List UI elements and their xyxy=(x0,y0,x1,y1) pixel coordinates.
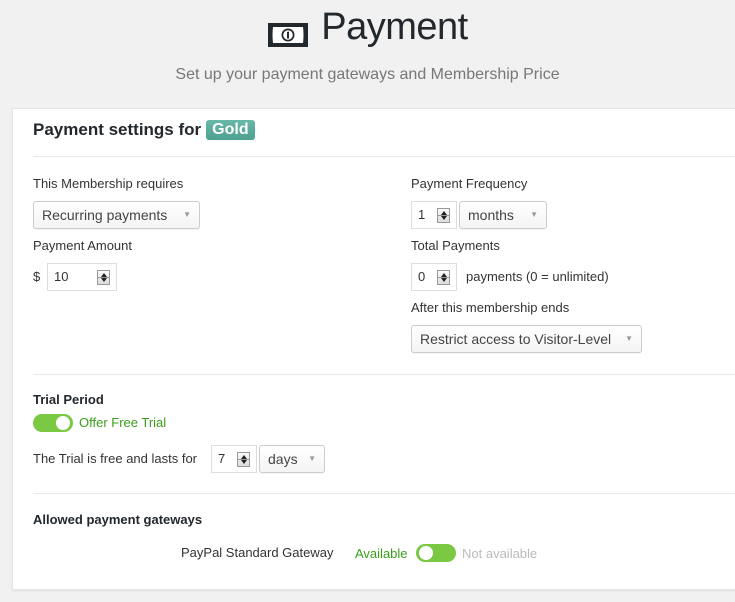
gateway-not-available-label[interactable]: Not available xyxy=(462,546,537,561)
chevron-down-icon: ▼ xyxy=(183,210,191,219)
divider xyxy=(33,374,735,375)
payment-frequency-input[interactable]: 1 xyxy=(411,201,457,229)
payment-frequency-value: 1 xyxy=(418,207,426,222)
membership-requires-value: Recurring payments xyxy=(42,207,168,223)
currency-symbol: $ xyxy=(33,269,41,284)
gateway-availability-toggle[interactable] xyxy=(416,544,456,562)
total-payments-value: 0 xyxy=(418,269,426,284)
offer-free-trial-toggle[interactable] xyxy=(33,414,73,432)
chevron-down-icon: ▼ xyxy=(308,454,316,463)
chevron-down-icon: ▼ xyxy=(530,210,538,219)
after-membership-ends-label: After this membership ends xyxy=(411,300,570,315)
page-title: Payment xyxy=(0,6,735,49)
total-payments-hint: payments (0 = unlimited) xyxy=(466,269,609,284)
payment-amount-input[interactable]: 10 xyxy=(47,263,117,291)
money-bill-icon xyxy=(267,15,309,47)
after-membership-ends-value: Restrict access to Visitor-Level xyxy=(420,331,612,347)
spinner-icon[interactable] xyxy=(237,452,250,467)
membership-requires-select[interactable]: Recurring payments ▼ xyxy=(33,201,200,229)
page-header: Payment Set up your payment gateways and… xyxy=(0,0,735,108)
trial-duration-input[interactable]: 7 xyxy=(211,445,257,473)
offer-free-trial-label[interactable]: Offer Free Trial xyxy=(79,415,166,430)
chevron-down-icon: ▼ xyxy=(625,334,633,343)
trial-duration-unit-select[interactable]: days ▼ xyxy=(259,445,325,473)
gateway-name: PayPal Standard Gateway xyxy=(181,545,334,560)
card-title: Payment settings for Gold xyxy=(33,120,255,140)
trial-period-heading: Trial Period xyxy=(33,392,104,407)
membership-requires-label: This Membership requires xyxy=(33,176,184,191)
divider xyxy=(33,156,735,157)
page-title-text: Payment xyxy=(321,6,468,48)
trial-duration-unit-value: days xyxy=(268,451,298,467)
card-title-text: Payment settings for xyxy=(33,120,202,139)
payment-frequency-unit-select[interactable]: months ▼ xyxy=(459,201,547,229)
trial-duration-label: The Trial is free and lasts for xyxy=(33,451,198,466)
membership-badge: Gold xyxy=(206,120,255,140)
payment-frequency-label: Payment Frequency xyxy=(411,176,528,191)
spinner-icon[interactable] xyxy=(437,208,450,223)
trial-duration-value: 7 xyxy=(218,451,226,466)
allowed-gateways-heading: Allowed payment gateways xyxy=(33,512,203,527)
spinner-icon[interactable] xyxy=(437,270,450,285)
payment-amount-label: Payment Amount xyxy=(33,238,132,253)
gateway-available-label[interactable]: Available xyxy=(355,546,408,561)
payment-settings-card: Payment settings for Gold This Membershi… xyxy=(12,108,735,590)
total-payments-input[interactable]: 0 xyxy=(411,263,457,291)
total-payments-label: Total Payments xyxy=(411,238,500,253)
page-subtitle: Set up your payment gateways and Members… xyxy=(175,66,560,83)
divider xyxy=(33,493,735,494)
toggle-knob xyxy=(56,416,70,430)
toggle-knob xyxy=(419,546,433,560)
spinner-icon[interactable] xyxy=(97,270,110,285)
after-membership-ends-select[interactable]: Restrict access to Visitor-Level ▼ xyxy=(411,325,642,353)
payment-frequency-unit-value: months xyxy=(468,207,514,223)
payment-amount-value: 10 xyxy=(54,269,69,284)
